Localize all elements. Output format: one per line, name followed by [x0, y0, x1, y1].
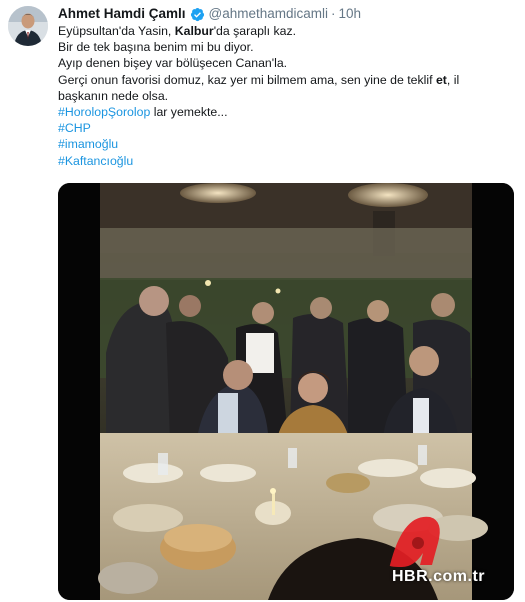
tweet-timestamp[interactable]: 10h: [339, 5, 362, 23]
tweet-header: Ahmet Hamdi Çamlı @ahmethamdicamli · 10h: [58, 5, 361, 23]
tweet-line-5: başkanın nede olsa.: [58, 88, 169, 103]
bold-kalbur: Kalbur: [174, 24, 214, 38]
author-handle[interactable]: @ahmethamdicamli: [209, 5, 329, 23]
hashtag-line-1: #HorolopŞorolop lar yemekte...: [58, 105, 228, 120]
tweet-line-4: Gerçi onun favorisi domuz, kaz yer mi bi…: [58, 72, 460, 87]
hashtag-horolopsorolop[interactable]: #HorolopŞorolop: [58, 105, 150, 119]
hashtag-kaftancioglu[interactable]: #Kaftancıoğlu: [58, 153, 513, 169]
hashtag-chp[interactable]: #CHP: [58, 120, 513, 136]
separator-dot: ·: [331, 6, 336, 21]
hbr-watermark-text: HBR.com.tr: [392, 568, 486, 585]
tweet-line-1: Eyüpsultan'da Yasin, Kalbur'da şaraplı k…: [58, 24, 297, 38]
video-frame: [58, 183, 514, 600]
bold-et: et: [435, 72, 447, 87]
verified-badge-icon: [190, 7, 204, 21]
tweet-line-2: Bir de tek başına benim mi bu diyor.: [58, 40, 254, 55]
author-name[interactable]: Ahmet Hamdi Çamlı: [58, 5, 186, 23]
tweet-video[interactable]: [58, 183, 514, 600]
tweet-line-3: Ayıp denen bişey var bölüşecen Canan'la.: [58, 56, 288, 71]
tweet[interactable]: Ahmet Hamdi Çamlı @ahmethamdicamli · 10h…: [0, 0, 525, 602]
avatar-photo: [8, 6, 48, 46]
hashtag-imamoglu[interactable]: #imamoğlu: [58, 136, 513, 152]
avatar[interactable]: [8, 6, 48, 46]
tweet-text: Eyüpsultan'da Yasin, Kalbur'da şaraplı k…: [58, 23, 513, 169]
